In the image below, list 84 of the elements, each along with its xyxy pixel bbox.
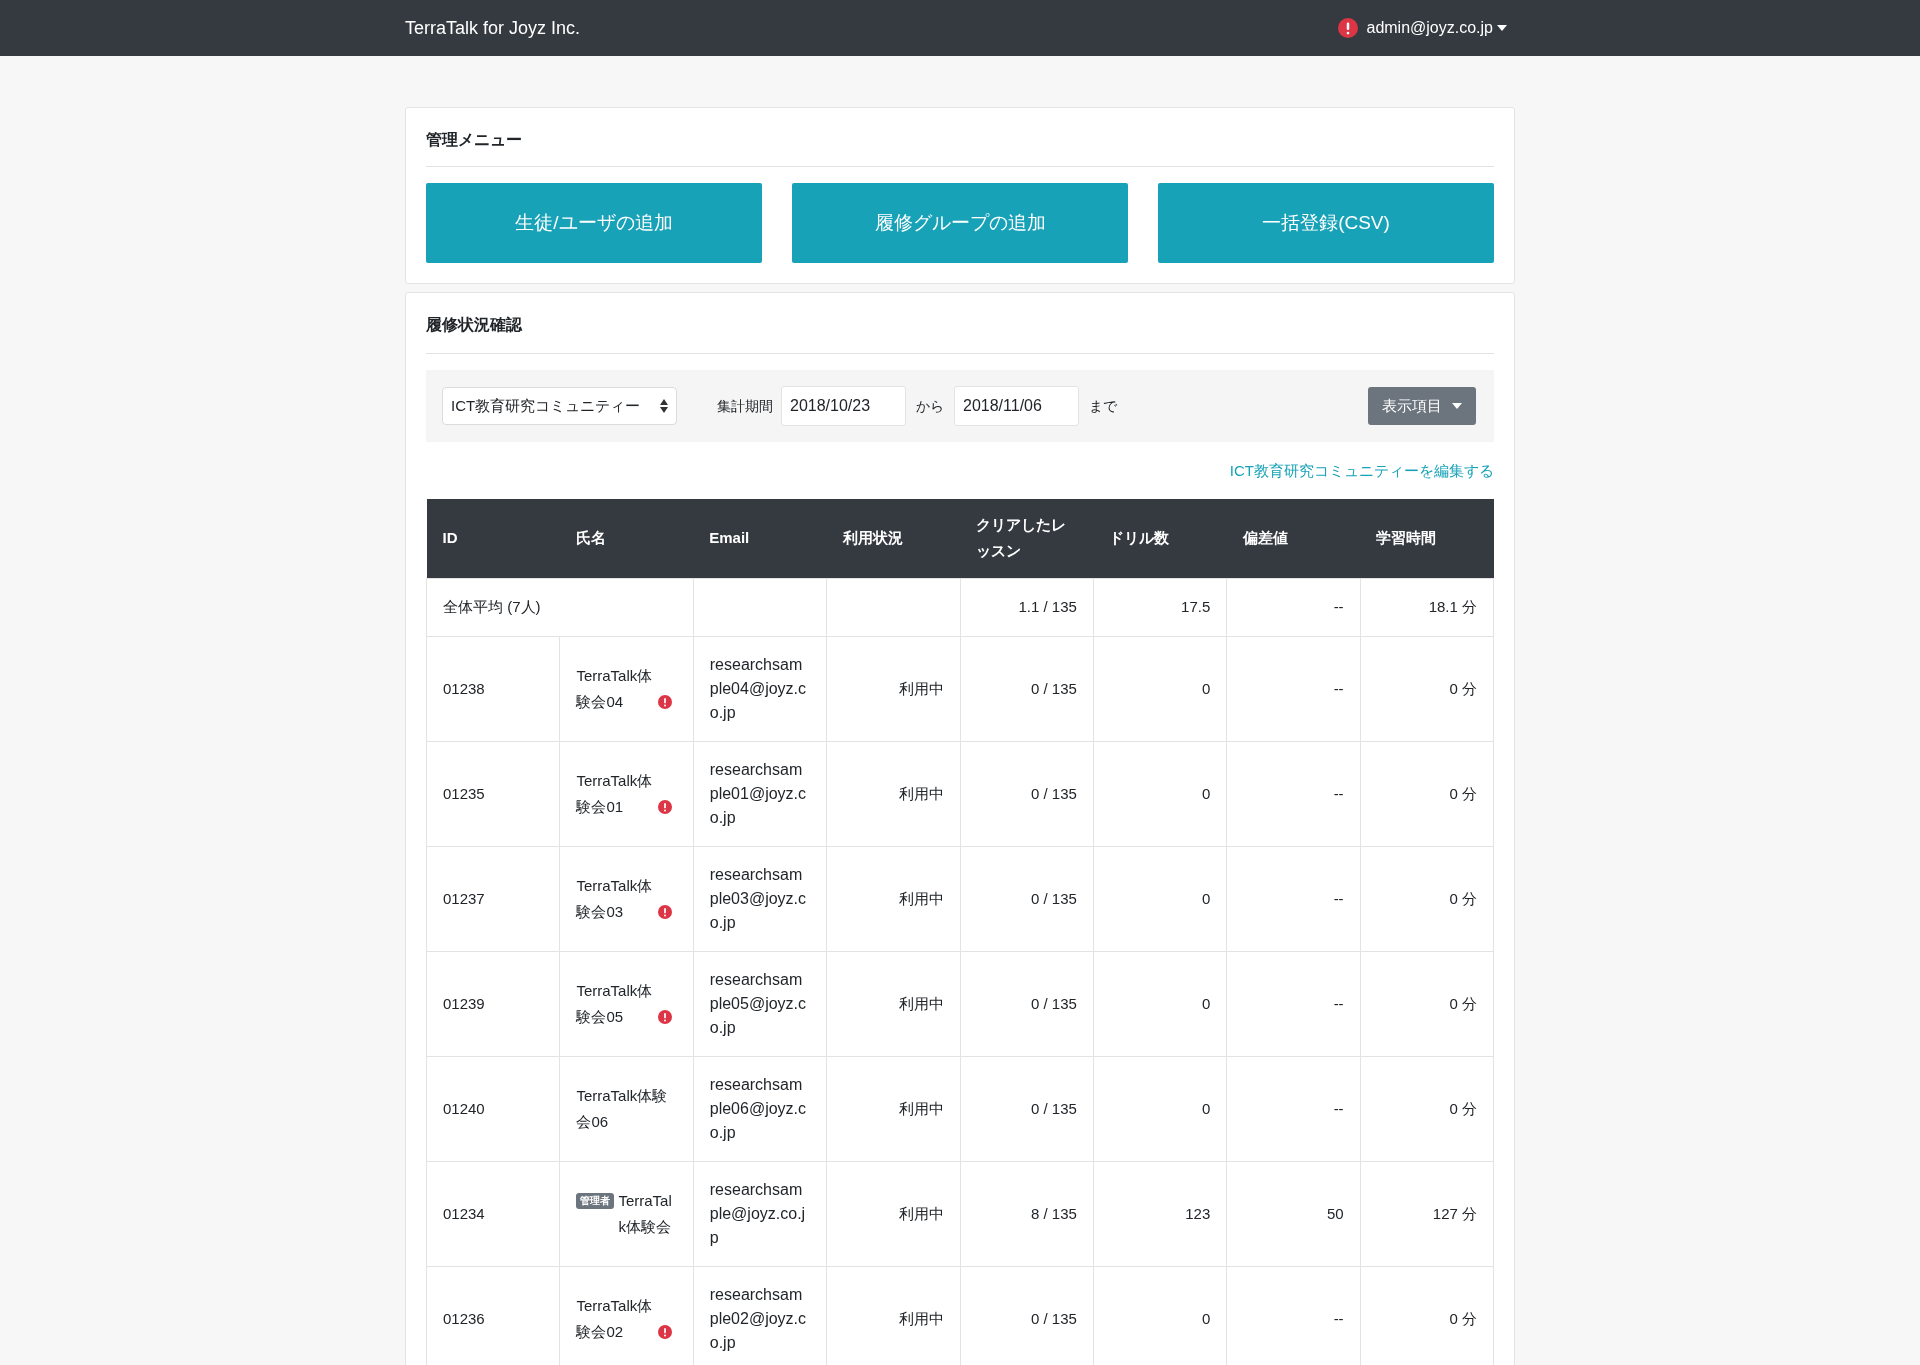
user-name: TerraTalk体験会 — [618, 1191, 673, 1237]
table-cell: 0 分 — [1360, 636, 1494, 742]
table-cell: -- — [1226, 1056, 1361, 1162]
table-cell: 0 — [1093, 636, 1227, 742]
table-cell: 0 分 — [1360, 741, 1494, 847]
date-from-field[interactable]: 2018/10/23 — [781, 386, 906, 426]
to-label: まで — [1089, 396, 1117, 416]
card-title: 履修状況確認 — [426, 313, 1494, 354]
table-cell: 01236 — [426, 1266, 560, 1365]
user-name: TerraTalk体験会02 — [576, 1296, 654, 1342]
from-label: から — [916, 396, 944, 416]
warning-icon — [658, 1010, 673, 1024]
table-cell: -- — [1226, 951, 1361, 1057]
table-cell: researchsample06@joyz.co.jp — [693, 1056, 827, 1162]
table-cell: 利用中 — [826, 951, 960, 1057]
table-cell: researchsample03@joyz.co.jp — [693, 846, 827, 952]
caret-icon — [1452, 403, 1462, 409]
table-cell: 全体平均 (7人) — [426, 578, 694, 637]
column-header: 偏差値 — [1226, 498, 1361, 579]
table-cell: 利用中 — [826, 846, 960, 952]
table-cell: -- — [1226, 578, 1361, 637]
table-cell: researchsample05@joyz.co.jp — [693, 951, 827, 1057]
table-cell: 123 — [1093, 1161, 1227, 1267]
column-header: クリアしたレッスン — [960, 498, 1094, 579]
table-cell: 0 / 135 — [960, 741, 1094, 847]
date-to-field[interactable]: 2018/11/06 — [954, 386, 1079, 426]
table-cell: 利用中 — [826, 1161, 960, 1267]
table-cell: 01239 — [426, 951, 560, 1057]
table-cell: 0 分 — [1360, 846, 1494, 952]
table-cell: 127 分 — [1360, 1161, 1494, 1267]
table-cell: -- — [1226, 741, 1361, 847]
table-cell: 利用中 — [826, 636, 960, 742]
user-name: TerraTalk体験会04 — [576, 666, 654, 712]
table-cell: 0 — [1093, 846, 1227, 952]
brand-title[interactable]: TerraTalk for Joyz Inc. — [405, 14, 581, 42]
table-cell: 01235 — [426, 741, 560, 847]
table-cell: 01234 — [426, 1161, 560, 1267]
table-cell: 17.5 — [1093, 578, 1227, 637]
table-cell: 01238 — [426, 636, 560, 742]
table-cell: researchsample@joyz.co.jp — [693, 1161, 827, 1267]
column-header: Email — [693, 498, 827, 579]
table-cell: 利用中 — [826, 1056, 960, 1162]
table-cell: 0 分 — [1360, 951, 1494, 1057]
table-cell: 1.1 / 135 — [960, 578, 1094, 637]
table-cell: 18.1 分 — [1360, 578, 1494, 637]
warning-icon — [1338, 18, 1359, 38]
column-header: 学習時間 — [1360, 498, 1494, 579]
table-cell: 01240 — [426, 1056, 560, 1162]
table-cell: -- — [1226, 846, 1361, 952]
column-header: 氏名 — [559, 498, 694, 579]
user-name: TerraTalk体験会03 — [576, 876, 654, 922]
updown-arrow-icon — [660, 399, 668, 413]
warning-icon — [658, 1325, 673, 1339]
column-header: ドリル数 — [1093, 498, 1227, 579]
table-cell: 0 / 135 — [960, 846, 1094, 952]
table-cell: -- — [1226, 636, 1361, 742]
user-menu[interactable]: admin@joyz.co.jp — [1366, 16, 1507, 40]
warning-icon — [658, 695, 673, 709]
card-title: 管理メニュー — [426, 128, 1494, 167]
table-cell: 0 — [1093, 741, 1227, 847]
table-cell: 0 — [1093, 951, 1227, 1057]
warning-icon — [658, 905, 673, 919]
column-header: 利用状況 — [826, 498, 960, 579]
period-label: 集計期間 — [717, 396, 773, 416]
warning-icon — [658, 800, 673, 814]
columns-dropdown-button[interactable]: 表示項目 — [1368, 387, 1476, 425]
table-cell: 8 / 135 — [960, 1161, 1094, 1267]
table-cell: 0 — [1093, 1056, 1227, 1162]
table-cell: 50 — [1226, 1161, 1361, 1267]
table-cell: 0 / 135 — [960, 1056, 1094, 1162]
user-name: TerraTalk体験会06 — [576, 1086, 669, 1132]
caret-icon — [1497, 25, 1507, 31]
table-cell: 0 / 135 — [960, 951, 1094, 1057]
table-cell: 利用中 — [826, 741, 960, 847]
column-header: ID — [426, 498, 560, 579]
table-cell: researchsample04@joyz.co.jp — [693, 636, 827, 742]
table-cell: 0 分 — [1360, 1056, 1494, 1162]
user-name: TerraTalk体験会01 — [576, 771, 654, 817]
table-cell: researchsample01@joyz.co.jp — [693, 741, 827, 847]
group-select[interactable]: ICT教育研究コミュニティー — [442, 387, 677, 425]
admin-badge: 管理者 — [576, 1193, 615, 1209]
user-name: TerraTalk体験会05 — [576, 981, 654, 1027]
table-cell: 01237 — [426, 846, 560, 952]
table-cell: 0 / 135 — [960, 636, 1094, 742]
